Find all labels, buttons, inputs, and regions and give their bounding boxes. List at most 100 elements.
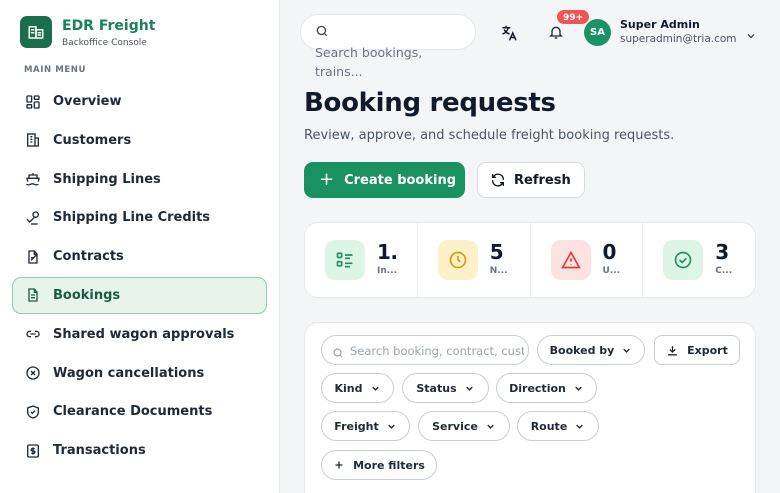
search-icon [315,23,329,42]
freight-filter[interactable]: Freight [321,411,410,441]
refresh-icon [492,173,504,187]
filters-panel: Search booking, contract, customer Booke… [304,322,756,493]
user-email: superadmin@tria.com [620,33,737,45]
credit-icon [24,209,42,227]
chevron-down-icon [487,424,494,429]
sidebar-item-label: Wagon cancellations [53,365,205,381]
stat-n[interactable]: 5 N... [418,223,531,297]
sidebar: EDR Freight Backoffice Console MAIN MENU… [0,0,280,493]
filter-label: Direction [509,381,566,395]
filter-label: Kind [334,381,363,395]
create-booking-button[interactable]: + Create booking [304,162,465,198]
building-icon [20,16,52,48]
shield-check-icon [24,403,42,421]
plus-icon [335,461,343,469]
booked-by-filter[interactable]: Booked by [537,335,645,365]
link-icon [24,325,42,343]
more-filters-label: More filters [353,458,425,472]
sidebar-item-label: Overview [53,94,122,109]
sidebar-item-label: Transactions [53,443,146,459]
sidebar-item-label: Bookings [53,287,121,303]
chevron-down-icon [623,348,631,353]
plus-icon: + [319,169,335,190]
stat-c[interactable]: 3 C... [643,223,755,297]
grid-icon [24,93,42,111]
booking-search-input[interactable]: Search booking, contract, customer [350,344,524,358]
filter-label: Freight [334,419,379,433]
sidebar-item-bookings[interactable]: Bookings [12,276,267,314]
translate-button[interactable] [498,22,520,44]
stats-card: 1... In... 5 N... 0 U... 3 C... [304,222,756,298]
refresh-button[interactable]: Refresh [477,162,585,198]
create-booking-label: Create booking [344,172,457,188]
sidebar-item-label: Shipping Line Credits [53,210,211,226]
export-button[interactable]: Export [654,335,740,365]
stat-value: 3 [715,240,730,264]
status-filter[interactable]: Status [402,373,489,403]
main-menu: Overview Customers Shipping Lines Shippi… [12,83,267,471]
more-filters-button[interactable]: More filters [321,450,437,480]
stat-label: N... [489,266,508,276]
brand[interactable]: EDR Freight Backoffice Console [20,16,155,48]
stat-label: C... [715,266,733,276]
route-filter[interactable]: Route [517,411,599,441]
sidebar-item-wagon-cancellations[interactable]: Wagon cancellations [12,355,267,392]
page-title: Booking requests [304,88,556,118]
sidebar-item-customers[interactable]: Customers [12,122,267,159]
refresh-label: Refresh [514,172,571,188]
global-search[interactable]: Search bookings, trains... [300,14,476,79]
sidebar-item-label: Customers [53,132,132,148]
direction-filter[interactable]: Direction [496,373,597,403]
search-icon [332,344,344,363]
building-icon [24,131,42,149]
chevron-down-icon [387,424,395,429]
filter-label: Route [530,419,568,433]
sidebar-item-label: Clearance Documents [53,404,213,420]
chevron-down-icon[interactable] [745,27,757,46]
filter-label: Booked by [549,343,615,357]
brand-name: EDR Freight [62,17,156,34]
stat-u[interactable]: 0 U... [531,223,644,297]
sidebar-item-contracts[interactable]: Contracts [12,238,267,275]
stat-in[interactable]: 1... In... [305,223,418,297]
sidebar-item-shared-wagon-approvals[interactable]: Shared wagon approvals [12,316,267,353]
bell-icon [549,26,563,39]
chevron-down-icon [576,424,584,429]
chevron-down-icon [371,386,379,391]
menu-section-label: MAIN MENU [24,65,86,75]
booking-search-field[interactable]: Search booking, contract, customer [321,335,529,365]
avatar[interactable]: SA [584,19,611,46]
chevron-down-icon [465,386,473,391]
alert-icon [550,240,591,280]
list-icon [325,240,365,280]
sidebar-item-label: Contracts [53,249,124,265]
dollar-icon [24,442,42,460]
search-input[interactable]: Search bookings, trains... [315,43,465,81]
sidebar-item-label: Shared wagon approvals [53,326,235,342]
chevron-down-icon [575,386,582,391]
sidebar-item-label: Shipping Lines [53,171,161,187]
sidebar-item-shipping-line-credits[interactable]: Shipping Line Credits [12,199,267,236]
sidebar-item-shipping-lines[interactable]: Shipping Lines [12,161,267,198]
export-label: Export [687,343,728,357]
user-name[interactable]: Super Admin [620,18,700,31]
sidebar-item-transactions[interactable]: Transactions [12,432,267,469]
kind-filter[interactable]: Kind [321,373,394,403]
download-icon [668,345,677,355]
stat-value: 1... [377,240,399,264]
clock-icon [437,240,478,280]
check-circle-icon [663,240,704,280]
x-circle-icon [24,364,42,382]
document-icon [24,286,42,304]
stat-label: In... [377,266,397,276]
filter-label: Service [432,419,478,433]
brand-subtitle: Backoffice Console [62,37,147,48]
service-filter[interactable]: Service [418,411,510,441]
sidebar-item-clearance-documents[interactable]: Clearance Documents [12,393,267,430]
translate-icon [502,25,517,41]
stat-value: 0 [602,240,617,264]
page-subtitle: Review, approve, and schedule freight bo… [304,128,675,143]
sidebar-item-overview[interactable]: Overview [12,83,267,120]
stat-label: U... [602,266,621,276]
stat-value: 5 [489,240,504,264]
